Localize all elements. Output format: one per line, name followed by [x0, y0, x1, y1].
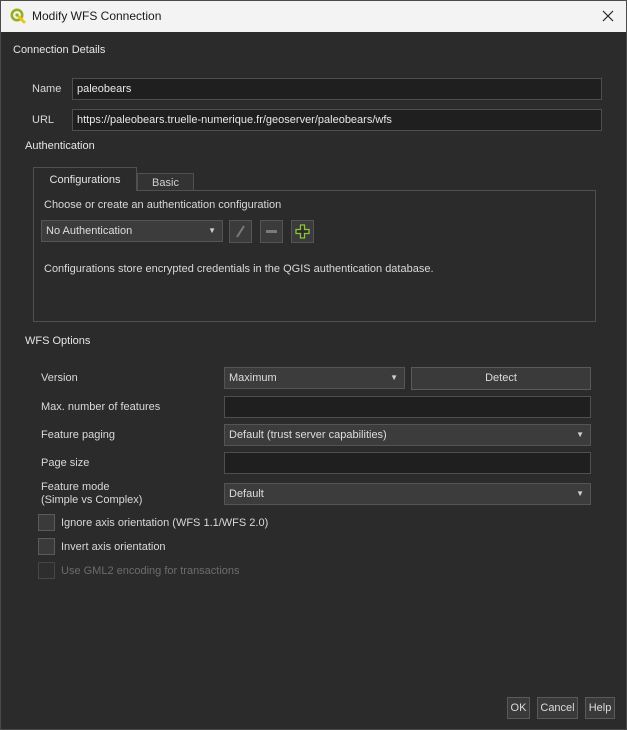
- authentication-heading: Authentication: [25, 140, 95, 152]
- qgis-logo-icon: [10, 8, 26, 24]
- url-label: URL: [32, 114, 55, 126]
- url-input[interactable]: https://paleobears.truelle-numerique.fr/…: [72, 109, 602, 131]
- feature-mode-label-line1: Feature mode: [41, 481, 110, 493]
- wfs-options-heading: WFS Options: [25, 335, 91, 347]
- feature-mode-label-line2: (Simple vs Complex): [41, 494, 143, 506]
- feature-mode-selected: Default: [229, 488, 264, 500]
- page-size-label: Page size: [41, 457, 90, 469]
- name-label: Name: [32, 83, 62, 95]
- gml2-label: Use GML2 encoding for transactions: [61, 565, 240, 577]
- feature-paging-label: Feature paging: [41, 429, 115, 441]
- page-size-input[interactable]: [224, 452, 591, 474]
- auth-config-selected: No Authentication: [46, 225, 133, 237]
- feature-paging-select[interactable]: Default (trust server capabilities) ▼: [224, 424, 591, 446]
- max-features-input[interactable]: [224, 396, 591, 418]
- close-icon[interactable]: [599, 7, 617, 25]
- remove-config-button[interactable]: [260, 220, 283, 243]
- chevron-down-icon: ▼: [576, 430, 584, 439]
- invert-axis-label: Invert axis orientation: [61, 541, 166, 553]
- version-select[interactable]: Maximum ▼: [224, 367, 405, 389]
- chevron-down-icon: ▼: [390, 373, 398, 382]
- invert-axis-checkbox[interactable]: [38, 538, 55, 555]
- edit-config-button[interactable]: [229, 220, 252, 243]
- version-label: Version: [41, 372, 78, 384]
- dialog-window: Modify WFS Connection Connection Details…: [0, 0, 627, 730]
- tab-basic[interactable]: Basic: [137, 173, 194, 191]
- auth-info-text: Configurations store encrypted credentia…: [44, 263, 434, 275]
- feature-paging-selected: Default (trust server capabilities): [229, 429, 387, 441]
- auth-config-select[interactable]: No Authentication ▼: [41, 220, 223, 242]
- ignore-axis-checkbox[interactable]: [38, 514, 55, 531]
- cancel-button[interactable]: Cancel: [537, 697, 578, 719]
- connection-details-heading: Connection Details: [13, 44, 106, 56]
- chevron-down-icon: ▼: [208, 226, 216, 235]
- help-button[interactable]: Help: [585, 697, 615, 719]
- ok-button[interactable]: OK: [507, 697, 530, 719]
- chevron-down-icon: ▼: [576, 489, 584, 498]
- auth-prompt: Choose or create an authentication confi…: [44, 199, 282, 211]
- max-features-label: Max. number of features: [41, 401, 161, 413]
- window-title: Modify WFS Connection: [32, 9, 162, 23]
- plus-icon: [295, 224, 310, 239]
- feature-mode-label: Feature mode (Simple vs Complex): [41, 481, 142, 507]
- add-config-button[interactable]: [291, 220, 314, 243]
- tab-configurations[interactable]: Configurations: [33, 167, 137, 191]
- feature-mode-select[interactable]: Default ▼: [224, 483, 591, 505]
- gml2-checkbox: [38, 562, 55, 579]
- ignore-axis-label: Ignore axis orientation (WFS 1.1/WFS 2.0…: [61, 517, 269, 529]
- version-selected: Maximum: [229, 372, 277, 384]
- title-bar: Modify WFS Connection: [1, 1, 626, 32]
- name-input[interactable]: paleobears: [72, 78, 602, 100]
- minus-icon: [266, 230, 277, 233]
- pencil-icon: [236, 225, 245, 238]
- detect-button[interactable]: Detect: [411, 367, 591, 390]
